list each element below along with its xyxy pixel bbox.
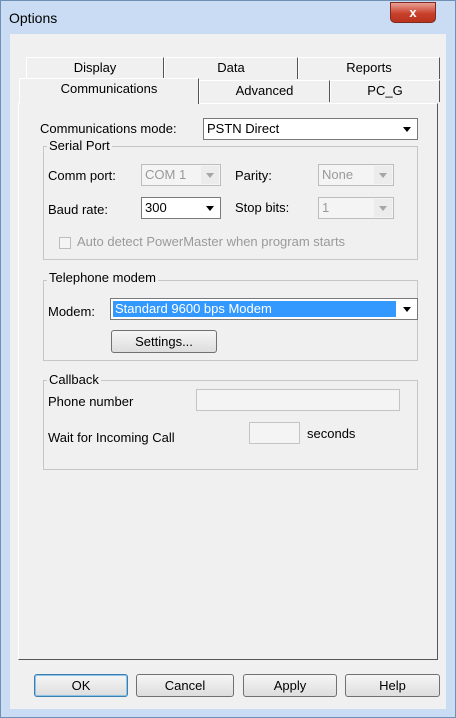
serial-port-title: Serial Port xyxy=(47,138,112,153)
auto-detect-checkbox[interactable] xyxy=(59,237,71,249)
phone-number-input[interactable] xyxy=(196,389,400,411)
modem-label: Modem: xyxy=(48,304,95,319)
wait-incoming-label: Wait for Incoming Call xyxy=(48,430,175,445)
chevron-down-icon[interactable] xyxy=(374,199,392,217)
chevron-down-icon[interactable] xyxy=(374,166,392,184)
parity-select[interactable]: None xyxy=(318,164,394,186)
tab-pc-g[interactable]: PC_G xyxy=(330,80,440,102)
callback-title: Callback xyxy=(47,372,101,387)
close-icon: x xyxy=(409,5,417,20)
ok-button[interactable]: OK xyxy=(34,674,128,697)
stop-bits-select[interactable]: 1 xyxy=(318,197,394,219)
chevron-down-icon[interactable] xyxy=(201,199,219,217)
chevron-down-icon[interactable] xyxy=(201,166,219,184)
baud-rate-label: Baud rate: xyxy=(48,202,108,217)
seconds-label: seconds xyxy=(307,426,356,441)
telephone-modem-title: Telephone modem xyxy=(47,270,158,285)
wait-seconds-input[interactable] xyxy=(249,422,300,444)
modem-select[interactable]: Standard 9600 bps Modem xyxy=(110,298,418,320)
stop-bits-label: Stop bits: xyxy=(235,200,290,215)
chevron-down-icon[interactable] xyxy=(398,120,416,138)
communications-mode-label: Communications mode: xyxy=(40,121,177,136)
comm-port-select[interactable]: COM 1 xyxy=(141,164,221,186)
tab-display[interactable]: Display xyxy=(26,57,164,79)
title-bar[interactable]: Options x xyxy=(1,1,455,33)
help-button[interactable]: Help xyxy=(345,674,440,697)
telephone-modem-group xyxy=(43,280,418,361)
auto-detect-label: Auto detect PowerMaster when program sta… xyxy=(77,234,346,249)
tab-data[interactable]: Data xyxy=(164,57,298,79)
apply-button[interactable]: Apply xyxy=(243,674,337,697)
comm-port-label: Comm port: xyxy=(48,168,116,183)
close-button[interactable]: x xyxy=(390,2,436,23)
chevron-down-icon[interactable] xyxy=(398,300,416,318)
baud-rate-select[interactable]: 300 xyxy=(141,197,221,219)
window-title: Options xyxy=(9,10,58,26)
tab-advanced[interactable]: Advanced xyxy=(199,80,330,102)
tab-reports[interactable]: Reports xyxy=(298,57,440,79)
communications-panel: Communications mode: PSTN Direct Serial … xyxy=(18,103,438,660)
communications-mode-select[interactable]: PSTN Direct xyxy=(203,118,418,140)
phone-number-label: Phone number xyxy=(48,394,134,409)
parity-label: Parity: xyxy=(235,168,272,183)
tab-communications[interactable]: Communications xyxy=(19,78,199,104)
modem-settings-button[interactable]: Settings... xyxy=(111,330,217,353)
cancel-button[interactable]: Cancel xyxy=(136,674,234,697)
